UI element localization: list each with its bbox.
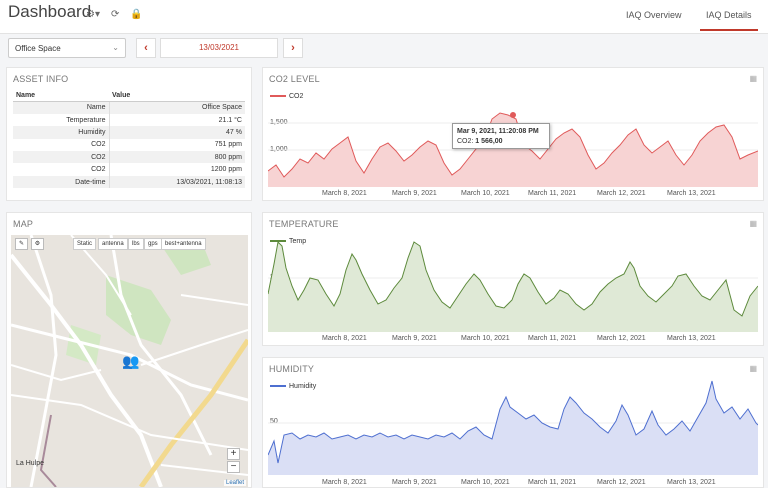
draw-icon[interactable]: ✎ [15,238,28,250]
zoom-in-button[interactable]: + [227,448,240,460]
co2-tooltip: Mar 9, 2021, 11:20:08 PM CO2: 1 566,00 [452,123,550,149]
x-axis-tick-label: March 12, 2021 [597,479,646,486]
row-name: CO2 [13,138,110,152]
row-value: 800 ppm [109,151,245,164]
previous-date-button[interactable]: ‹ [136,38,156,58]
co2-highlight-point [510,112,516,118]
gear-icon[interactable]: ⚙▾ [86,9,100,20]
layer-lbs[interactable]: lbs [128,238,144,250]
x-axis-tick-label: March 9, 2021 [392,190,437,197]
location-select-value: Office Space [15,44,61,53]
row-value: Office Space [109,101,245,114]
date-picker[interactable]: 13/03/2021 [160,38,278,58]
row-name: CO2 [13,163,110,176]
table-row: CO2 1200 ppm [13,163,245,176]
page-title: Dashboard [8,2,92,21]
next-date-button[interactable]: › [283,38,303,58]
x-axis-tick-label: March 8, 2021 [322,479,367,486]
top-bar: Dashboard ⚙▾ ⟳ 🔒 IAQ Overview IAQ Detail… [0,0,768,34]
asset-info-title: ASSET INFO [13,74,69,84]
x-axis-tick-label: March 11, 2021 [528,479,577,486]
tooltip-date: Mar 9, 2021, 11:20:08 PM [457,128,539,135]
row-value: 47 % [109,126,245,139]
x-axis-tick-label: March 13, 2021 [667,335,716,342]
chevron-down-icon: ⌄ [112,43,119,52]
settings-icon[interactable]: ⚙ [31,238,44,250]
temperature-title: TEMPERATURE [269,219,339,229]
x-axis-tick-label: March 12, 2021 [597,335,646,342]
x-axis-tick-label: March 12, 2021 [597,190,646,197]
zoom-out-button[interactable]: − [227,461,240,473]
x-axis-tick-label: March 13, 2021 [667,190,716,197]
layer-gps[interactable]: gps [144,238,162,250]
temperature-chart [268,240,758,332]
row-value: 751 ppm [214,141,242,149]
users-marker-icon[interactable]: 👥 [122,353,139,370]
layer-static[interactable]: Static [73,238,97,250]
tooltip-value: 1 566,00 [475,138,503,145]
asset-info-table: Name Value Name Office Space Temperature 21… [13,90,245,189]
x-axis-tick-label: March 8, 2021 [322,190,367,197]
layer-antenna[interactable]: antenna [98,238,128,250]
humidity-chart [268,380,758,475]
x-axis-tick-label: March 8, 2021 [322,335,367,342]
row-name: Temperature [13,113,110,127]
table-row: Humidity 47 % [13,126,245,139]
x-axis-tick-label: March 11, 2021 [528,335,577,342]
row-name: Name [13,101,110,114]
x-axis-tick-label: March 13, 2021 [667,479,716,486]
refresh-icon[interactable]: ⟳ [111,9,119,20]
humidity-title: HUMIDITY [269,364,315,374]
location-select[interactable]: Office Space ⌄ [8,38,126,58]
x-axis-tick-label: March 9, 2021 [392,335,437,342]
table-row: Temperature 21.1 °C [13,113,245,127]
layer-best-antenna[interactable]: best+antenna [161,238,206,250]
x-axis-tick-label: March 9, 2021 [392,479,437,486]
chart-menu-icon[interactable]: ▦ [749,364,757,373]
row-name: Date-time [13,175,110,189]
co2-title: CO2 LEVEL [269,74,320,84]
lock-icon[interactable]: 🔒 [130,9,142,20]
row-name: CO2 [13,151,110,164]
table-row: CO2 751 ppm [13,138,245,152]
leaflet-attribution-link[interactable]: Leaflet [223,480,246,486]
table-row: CO2 800 ppm [13,151,245,164]
chart-menu-icon[interactable]: ▦ [749,219,757,228]
tab-iaq-details[interactable]: IAQ Details [700,10,758,31]
x-axis-tick-label: March 10, 2021 [461,190,510,197]
map-place-label: La Hulpe [16,460,45,467]
table-row: Date-time 13/03/2021, 11:08:13 [13,175,245,189]
column-header-name: Name [13,90,109,102]
column-header-value: Value [109,90,245,102]
humidity-area [268,381,758,475]
row-value: 21.1 °C [218,116,242,124]
x-axis-tick-label: March 10, 2021 [461,335,510,342]
x-axis-tick-label: March 10, 2021 [461,479,510,486]
row-name: Humidity [13,126,110,139]
tab-iaq-overview[interactable]: IAQ Overview [626,10,682,20]
tooltip-label: CO2: [457,138,474,145]
asset-info-panel: ASSET INFO Name Value Name Office Space Te… [6,67,252,201]
x-axis-tick-label: March 11, 2021 [528,190,577,197]
row-value: 13/03/2021, 11:08:13 [109,175,245,189]
map-view[interactable]: ✎ ⚙ Static antenna lbs gps best+antenna … [11,235,248,487]
chart-menu-icon[interactable]: ▦ [749,74,757,83]
row-value: 1200 ppm [210,166,242,174]
map-title: MAP [13,219,34,229]
table-row: Name Office Space [13,101,245,114]
